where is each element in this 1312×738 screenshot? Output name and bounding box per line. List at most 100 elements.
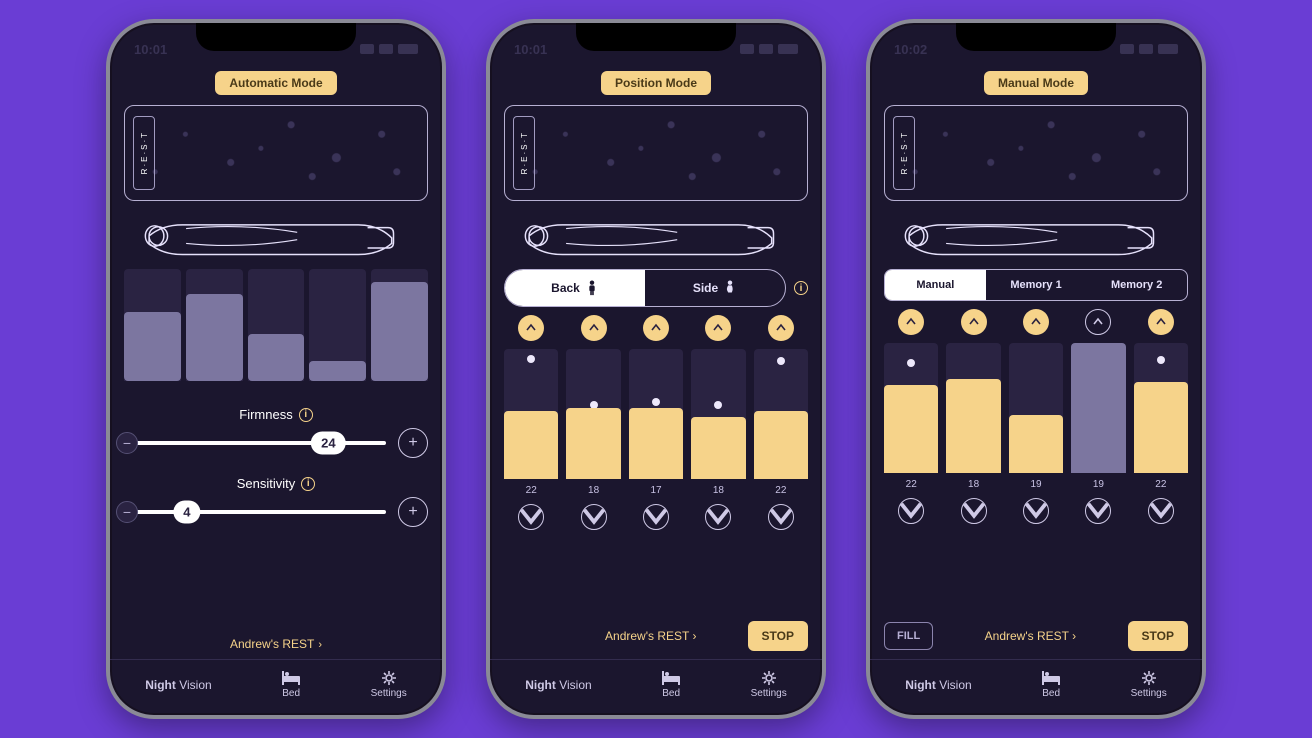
zone-down-button[interactable] bbox=[643, 504, 669, 530]
zone-2 bbox=[186, 269, 243, 381]
zone-bar[interactable] bbox=[566, 349, 620, 479]
zone-bar[interactable] bbox=[754, 349, 808, 479]
zone-value: 18 bbox=[566, 485, 620, 496]
mode-chip[interactable]: Position Mode bbox=[601, 71, 711, 95]
zone-up-button[interactable] bbox=[768, 315, 794, 341]
sensitivity-slider[interactable]: − 4 bbox=[124, 510, 386, 514]
zone-up-button[interactable] bbox=[581, 315, 607, 341]
firmness-plus-button[interactable]: + bbox=[398, 428, 428, 458]
zone-up-row bbox=[884, 309, 1188, 335]
tab-bed[interactable]: Bed bbox=[282, 671, 300, 699]
zone-down-button[interactable] bbox=[768, 504, 794, 530]
zone-down-button[interactable] bbox=[961, 498, 987, 524]
tab-bed[interactable]: Bed bbox=[1042, 671, 1060, 699]
segment-memory1[interactable]: Memory 1 bbox=[986, 270, 1087, 300]
phone-position: 10:01 Position Mode R·E·S·T Back Side i bbox=[486, 19, 826, 719]
tab-nightvision[interactable]: Night Vision bbox=[525, 678, 591, 692]
zone-bars bbox=[504, 349, 808, 479]
status-icons bbox=[740, 44, 798, 54]
rest-badge: R·E·S·T bbox=[513, 116, 535, 190]
firmness-label: Firmness bbox=[239, 407, 292, 422]
tab-bed[interactable]: Bed bbox=[662, 671, 680, 699]
fill-button[interactable]: FILL bbox=[884, 622, 933, 650]
phone-manual: 10:02 Manual Mode R·E·S·T Manual Memory … bbox=[866, 19, 1206, 719]
zone-5 bbox=[371, 269, 428, 381]
stop-button[interactable]: STOP bbox=[1128, 621, 1188, 651]
zone-bar[interactable] bbox=[504, 349, 558, 479]
segment-manual[interactable]: Manual bbox=[885, 270, 986, 300]
zone-up-button[interactable] bbox=[705, 315, 731, 341]
tab-settings[interactable]: Settings bbox=[751, 671, 787, 699]
zone-bar[interactable] bbox=[691, 349, 745, 479]
chevron-up-icon bbox=[906, 317, 916, 327]
profile-link[interactable]: Andrew's REST › bbox=[605, 629, 696, 643]
zone-value: 22 bbox=[1134, 479, 1188, 490]
zone-down-button[interactable] bbox=[518, 504, 544, 530]
tab-settings[interactable]: Settings bbox=[371, 671, 407, 699]
notch bbox=[576, 23, 736, 51]
zone-value: 19 bbox=[1009, 479, 1063, 490]
zone-bar[interactable] bbox=[629, 349, 683, 479]
mattress-stars-panel: R·E·S·T bbox=[124, 105, 428, 201]
info-icon[interactable]: i bbox=[794, 281, 808, 295]
mode-chip[interactable]: Automatic Mode bbox=[215, 71, 336, 95]
zone-up-button[interactable] bbox=[1085, 309, 1111, 335]
segment-side[interactable]: Side bbox=[645, 270, 785, 306]
tab-settings[interactable]: Settings bbox=[1131, 671, 1167, 699]
zone-up-button[interactable] bbox=[518, 315, 544, 341]
zone-down-button[interactable] bbox=[1148, 498, 1174, 524]
info-icon[interactable]: i bbox=[299, 408, 313, 422]
zone-down-button[interactable] bbox=[1023, 498, 1049, 524]
rest-badge: R·E·S·T bbox=[133, 116, 155, 190]
zone-down-button[interactable] bbox=[1085, 498, 1111, 524]
zone-value: 17 bbox=[629, 485, 683, 496]
zone-down-button[interactable] bbox=[581, 504, 607, 530]
chevron-down-icon bbox=[519, 505, 543, 529]
minus-icon[interactable]: − bbox=[116, 432, 138, 454]
minus-icon[interactable]: − bbox=[116, 501, 138, 523]
memory-segmented[interactable]: Manual Memory 1 Memory 2 bbox=[884, 269, 1188, 301]
zone-bar[interactable] bbox=[1134, 343, 1188, 473]
zone-bar[interactable] bbox=[1009, 343, 1063, 473]
stop-button[interactable]: STOP bbox=[748, 621, 808, 651]
bed-icon bbox=[662, 671, 680, 685]
zone-values-row: 22 18 19 19 22 bbox=[884, 479, 1188, 490]
mode-chip[interactable]: Manual Mode bbox=[984, 71, 1088, 95]
zone-up-button[interactable] bbox=[643, 315, 669, 341]
position-segmented[interactable]: Back Side bbox=[504, 269, 786, 307]
firmness-slider[interactable]: − 24 bbox=[124, 441, 386, 445]
segment-back[interactable]: Back bbox=[505, 270, 645, 306]
zone-down-row bbox=[884, 498, 1188, 524]
chevron-up-icon bbox=[526, 323, 536, 333]
status-time: 10:01 bbox=[514, 42, 547, 57]
bed-icon bbox=[282, 671, 300, 685]
zone-down-button[interactable] bbox=[705, 504, 731, 530]
info-icon[interactable]: i bbox=[301, 477, 315, 491]
firmness-value[interactable]: 24 bbox=[311, 432, 345, 455]
zone-value: 22 bbox=[754, 485, 808, 496]
sensitivity-value[interactable]: 4 bbox=[173, 501, 200, 524]
zone-up-button[interactable] bbox=[961, 309, 987, 335]
zone-value: 22 bbox=[884, 479, 938, 490]
tab-nightvision[interactable]: Night Vision bbox=[145, 678, 211, 692]
zone-bar[interactable] bbox=[1071, 343, 1125, 473]
zone-up-button[interactable] bbox=[1023, 309, 1049, 335]
zone-1 bbox=[124, 269, 181, 381]
tab-bar: Night Vision Bed Settings bbox=[870, 659, 1202, 715]
tab-nightvision[interactable]: Night Vision bbox=[905, 678, 971, 692]
rest-badge: R·E·S·T bbox=[893, 116, 915, 190]
zone-bar[interactable] bbox=[946, 343, 1000, 473]
sensitivity-control: Sensitivityi − 4 + bbox=[124, 476, 428, 527]
zone-down-button[interactable] bbox=[898, 498, 924, 524]
zone-up-button[interactable] bbox=[898, 309, 924, 335]
notch bbox=[196, 23, 356, 51]
profile-link[interactable]: Andrew's REST › bbox=[985, 629, 1076, 643]
chevron-down-icon bbox=[899, 499, 923, 523]
zone-value: 19 bbox=[1071, 479, 1125, 490]
sensitivity-plus-button[interactable]: + bbox=[398, 497, 428, 527]
zone-up-button[interactable] bbox=[1148, 309, 1174, 335]
bed-icon bbox=[1042, 671, 1060, 685]
profile-link[interactable]: Andrew's REST› bbox=[124, 623, 428, 659]
segment-memory2[interactable]: Memory 2 bbox=[1086, 270, 1187, 300]
zone-bar[interactable] bbox=[884, 343, 938, 473]
